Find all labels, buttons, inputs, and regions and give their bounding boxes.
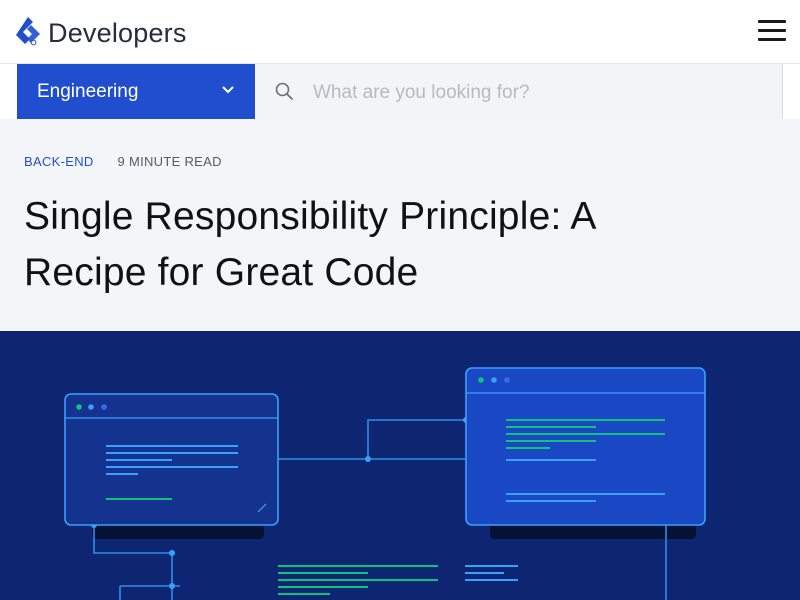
- article-title: Single Responsibility Principle: A Recip…: [24, 195, 595, 294]
- toptal-logo-icon[interactable]: [14, 16, 42, 50]
- hero-illustration: [0, 331, 800, 600]
- left-code-window: [64, 393, 279, 526]
- right-code-window: [465, 367, 706, 526]
- search-input[interactable]: [311, 64, 775, 121]
- hero-diagram: [64, 367, 706, 600]
- article-meta: BACK-END 9 MINUTE READ: [24, 154, 222, 169]
- category-select[interactable]: Engineering: [17, 64, 255, 119]
- logo-text[interactable]: Developers: [48, 16, 187, 50]
- site-header: Developers: [0, 0, 800, 64]
- search-box: [255, 64, 783, 121]
- search-icon[interactable]: [275, 82, 294, 101]
- hamburger-menu-icon[interactable]: [758, 20, 786, 44]
- bottom-code-fragment: [278, 565, 518, 595]
- toolbar: Engineering: [0, 64, 800, 121]
- article-header: BACK-END 9 MINUTE READ Single Responsibi…: [0, 119, 800, 331]
- category-select-label: Engineering: [37, 81, 139, 102]
- read-time: 9 MINUTE READ: [117, 154, 222, 169]
- chevron-down-icon: [222, 86, 234, 94]
- article-category-link[interactable]: BACK-END: [24, 154, 94, 169]
